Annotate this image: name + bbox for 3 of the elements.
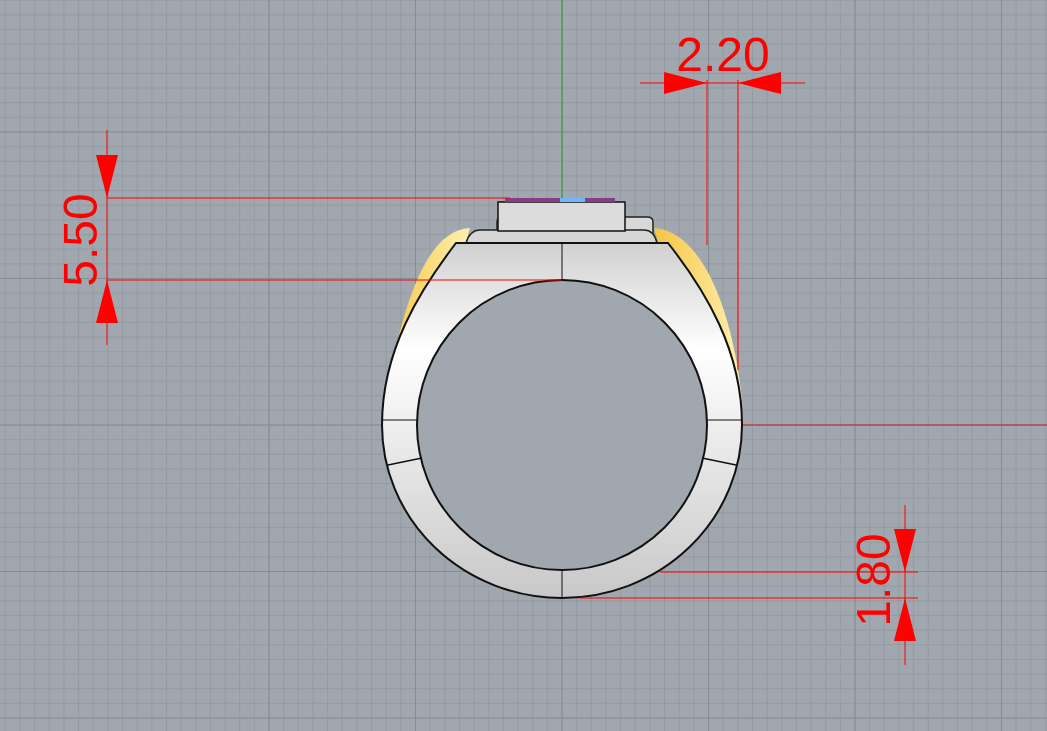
dimension-label: 5.50 xyxy=(54,193,107,287)
dimension-label: 2.20 xyxy=(676,28,770,81)
dimension-label: 1.80 xyxy=(847,533,900,627)
